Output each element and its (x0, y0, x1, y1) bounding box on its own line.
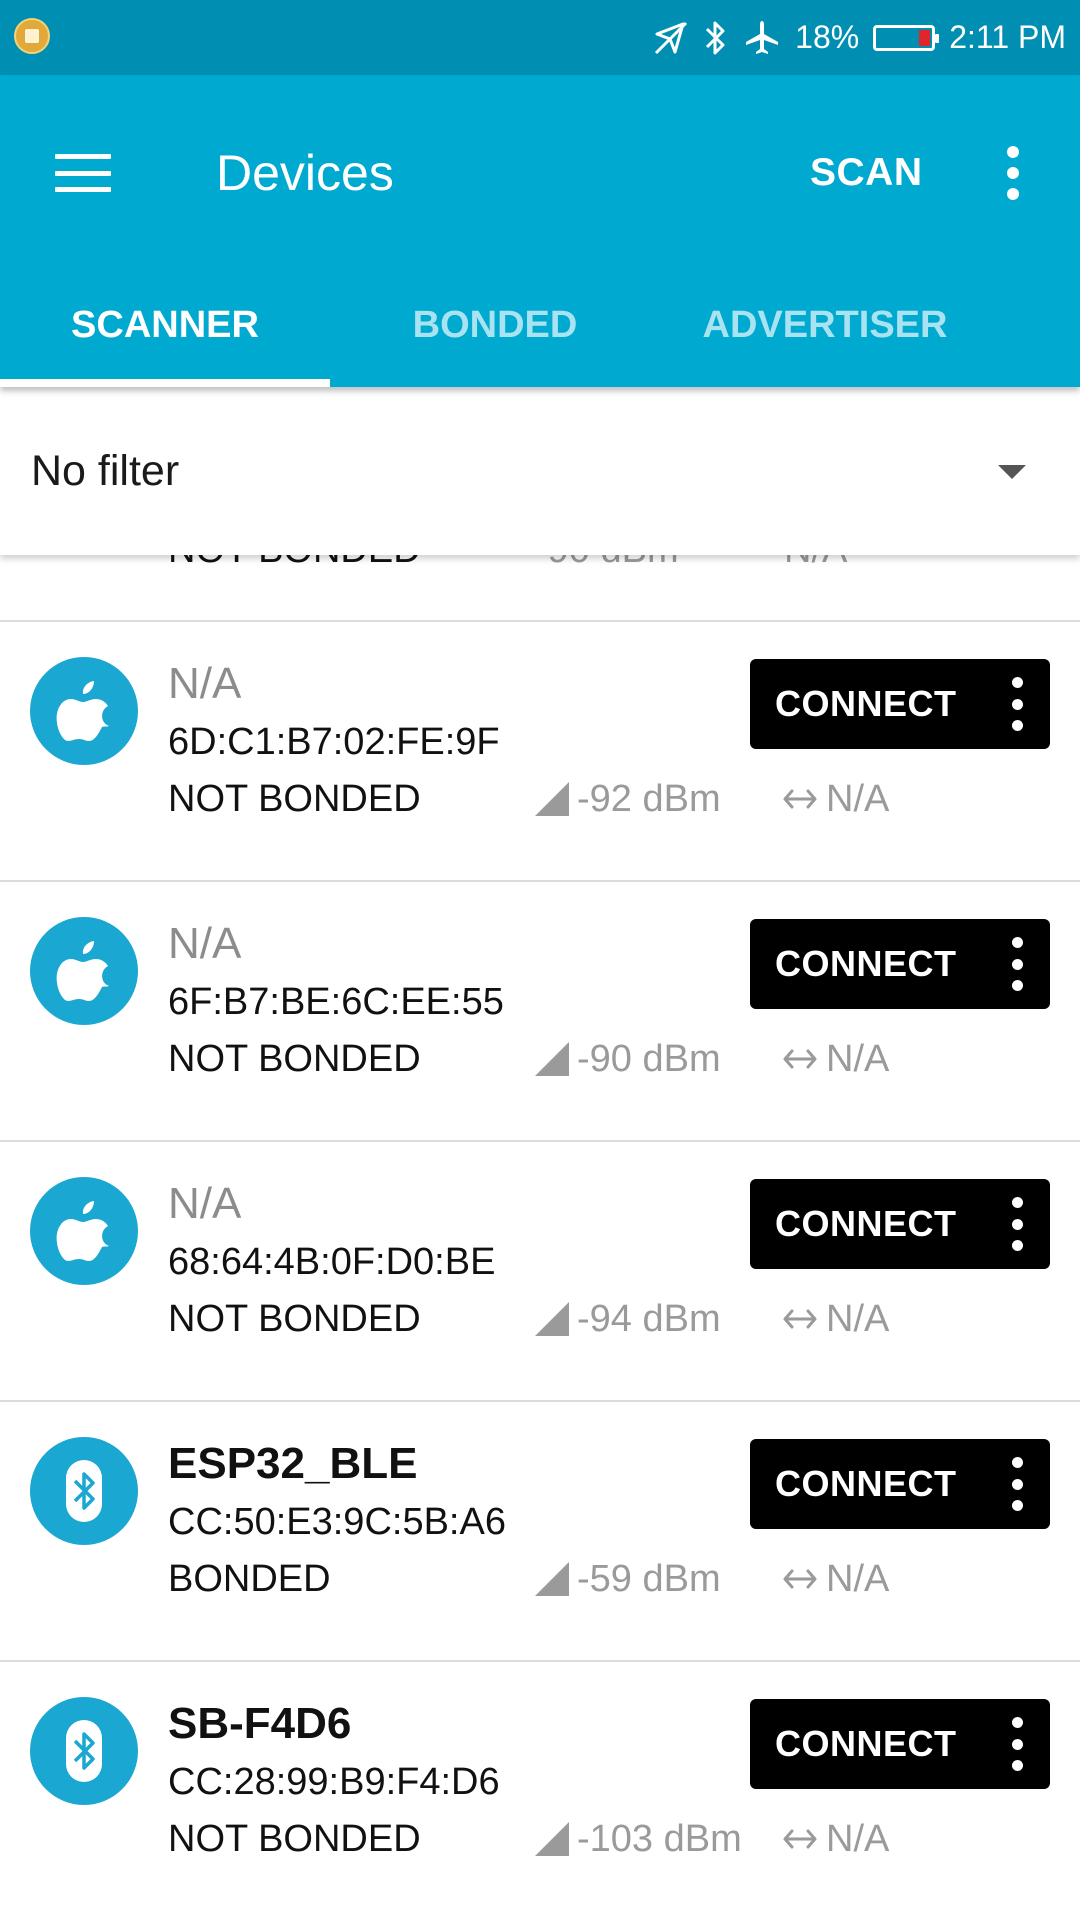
apple-icon (30, 1177, 138, 1285)
hamburger-menu-icon (55, 154, 111, 192)
device-rssi: -90 dBm (535, 555, 679, 575)
interval-arrows-icon (783, 1569, 817, 1589)
device-row[interactable]: N/A 6F:B7:BE:6C:EE:55 NOT BONDED -90 dBm… (0, 882, 1080, 1142)
tab-bonded[interactable]: BONDED (330, 270, 660, 387)
device-rssi: -90 dBm (535, 1034, 721, 1084)
device-rssi: -59 dBm (535, 1554, 721, 1604)
device-address: 68:64:4B:0F:D0:BE (168, 1241, 496, 1283)
row-overflow-menu-icon[interactable] (1002, 1457, 1032, 1511)
interval-value: N/A (826, 777, 890, 820)
connect-button[interactable]: CONNECT (750, 1179, 1050, 1269)
device-address: 6F:B7:BE:6C:EE:55 (168, 981, 504, 1023)
device-address: CC:28:99:B9:F4:D6 (168, 1761, 500, 1803)
signal-strength-icon (535, 1562, 569, 1596)
rssi-value: -94 dBm (577, 1297, 721, 1340)
connect-label: CONNECT (775, 1723, 957, 1764)
device-address: CC:50:E3:9C:5B:A6 (168, 1501, 506, 1543)
device-bond-state: BONDED (168, 1558, 331, 1600)
connect-button[interactable]: CONNECT (750, 1439, 1050, 1529)
device-name: N/A (168, 659, 242, 708)
device-bond-state: NOT BONDED (168, 778, 421, 820)
mute-icon (655, 21, 688, 54)
device-rssi: -94 dBm (535, 1294, 721, 1344)
device-row[interactable]: SB-F4D6 CC:28:99:B9:F4:D6 NOT BONDED -10… (0, 1662, 1080, 1920)
row-overflow-menu-icon[interactable] (1002, 1717, 1032, 1771)
interval-value: N/A (826, 1817, 890, 1860)
device-row[interactable]: N/A 68:64:4B:0F:D0:BE NOT BONDED -94 dBm… (0, 1142, 1080, 1402)
scan-button[interactable]: SCAN (810, 133, 923, 213)
signal-strength-icon (535, 782, 569, 816)
tab-indicator (0, 379, 330, 387)
interval-value: N/A (826, 1297, 890, 1340)
device-bond-state: NOT BONDED (168, 1818, 421, 1860)
connect-label: CONNECT (775, 683, 957, 724)
overflow-menu-icon[interactable] (990, 133, 1036, 213)
notification-app-icon (14, 18, 50, 54)
tab-scanner[interactable]: SCANNER (0, 270, 330, 387)
interval-value: N/A (826, 1037, 890, 1080)
rssi-value: -92 dBm (577, 777, 721, 820)
device-row[interactable]: ESP32_BLE CC:50:E3:9C:5B:A6 BONDED -59 d… (0, 1402, 1080, 1662)
device-interval: N/A (782, 1294, 889, 1344)
bluetooth-icon (706, 21, 725, 54)
connect-label: CONNECT (775, 1203, 957, 1244)
battery-percent: 18% (795, 19, 860, 55)
interval-arrows-icon (783, 1829, 817, 1849)
tab-bar: SCANNER BONDED ADVERTISER (0, 270, 1080, 387)
connect-label: CONNECT (775, 943, 957, 984)
filter-value: No filter (31, 447, 180, 495)
device-list[interactable]: NOT BONDED -90 dBm N/A N/A 6D:C1:B7:02:F… (0, 555, 1080, 1920)
device-name: N/A (168, 1179, 242, 1228)
bluetooth-icon (30, 1437, 138, 1545)
status-icons: 18% 2:11 PM (653, 0, 1066, 75)
device-address: 6D:C1:B7:02:FE:9F (168, 721, 500, 763)
device-row[interactable]: N/A 6D:C1:B7:02:FE:9F NOT BONDED -92 dBm… (0, 622, 1080, 882)
interval-arrows-icon (783, 789, 817, 809)
list-item: NOT BONDED -90 dBm N/A (0, 555, 1080, 622)
battery-level-fill (919, 29, 931, 46)
app-bar: Devices SCAN SCANNER BONDED ADVERTISER (0, 75, 1080, 387)
device-interval: N/A (782, 774, 889, 824)
device-name: ESP32_BLE (168, 1439, 418, 1488)
dropdown-arrow-icon (998, 465, 1026, 479)
device-interval: N/A (782, 1814, 889, 1864)
signal-strength-icon (535, 1042, 569, 1076)
device-bond-state: NOT BONDED (168, 555, 421, 575)
connect-label: CONNECT (775, 1463, 957, 1504)
device-rssi: -92 dBm (535, 774, 721, 824)
device-bond-state: NOT BONDED (168, 1038, 421, 1080)
device-name: N/A (168, 919, 242, 968)
page-title: Devices (216, 145, 394, 201)
device-name: SB-F4D6 (168, 1699, 352, 1748)
apple-icon (30, 657, 138, 765)
connect-button[interactable]: CONNECT (750, 919, 1050, 1009)
bluetooth-icon (30, 1697, 138, 1805)
filter-dropdown[interactable]: No filter (0, 387, 1080, 555)
apple-icon (30, 917, 138, 1025)
rssi-value: -103 dBm (577, 1817, 742, 1860)
device-interval: N/A (782, 1554, 889, 1604)
row-overflow-menu-icon[interactable] (1002, 937, 1032, 991)
device-interval: N/A (782, 1034, 889, 1084)
device-interval: N/A (784, 555, 847, 575)
interval-arrows-icon (783, 1049, 817, 1069)
device-bond-state: NOT BONDED (168, 1298, 421, 1340)
interval-arrows-icon (783, 1309, 817, 1329)
rssi-value: -59 dBm (577, 1557, 721, 1600)
menu-button[interactable] (40, 130, 126, 216)
signal-strength-icon (535, 1822, 569, 1856)
rssi-value: -90 dBm (577, 1037, 721, 1080)
tab-advertiser[interactable]: ADVERTISER (660, 270, 990, 387)
row-overflow-menu-icon[interactable] (1002, 677, 1032, 731)
device-rssi: -103 dBm (535, 1814, 742, 1864)
battery-icon (873, 24, 940, 51)
status-time: 2:11 PM (949, 19, 1066, 55)
status-bar: 18% 2:11 PM (0, 0, 1080, 75)
interval-value: N/A (826, 1557, 890, 1600)
airplane-icon (746, 20, 779, 54)
row-overflow-menu-icon[interactable] (1002, 1197, 1032, 1251)
signal-strength-icon (535, 1302, 569, 1336)
connect-button[interactable]: CONNECT (750, 659, 1050, 749)
connect-button[interactable]: CONNECT (750, 1699, 1050, 1789)
